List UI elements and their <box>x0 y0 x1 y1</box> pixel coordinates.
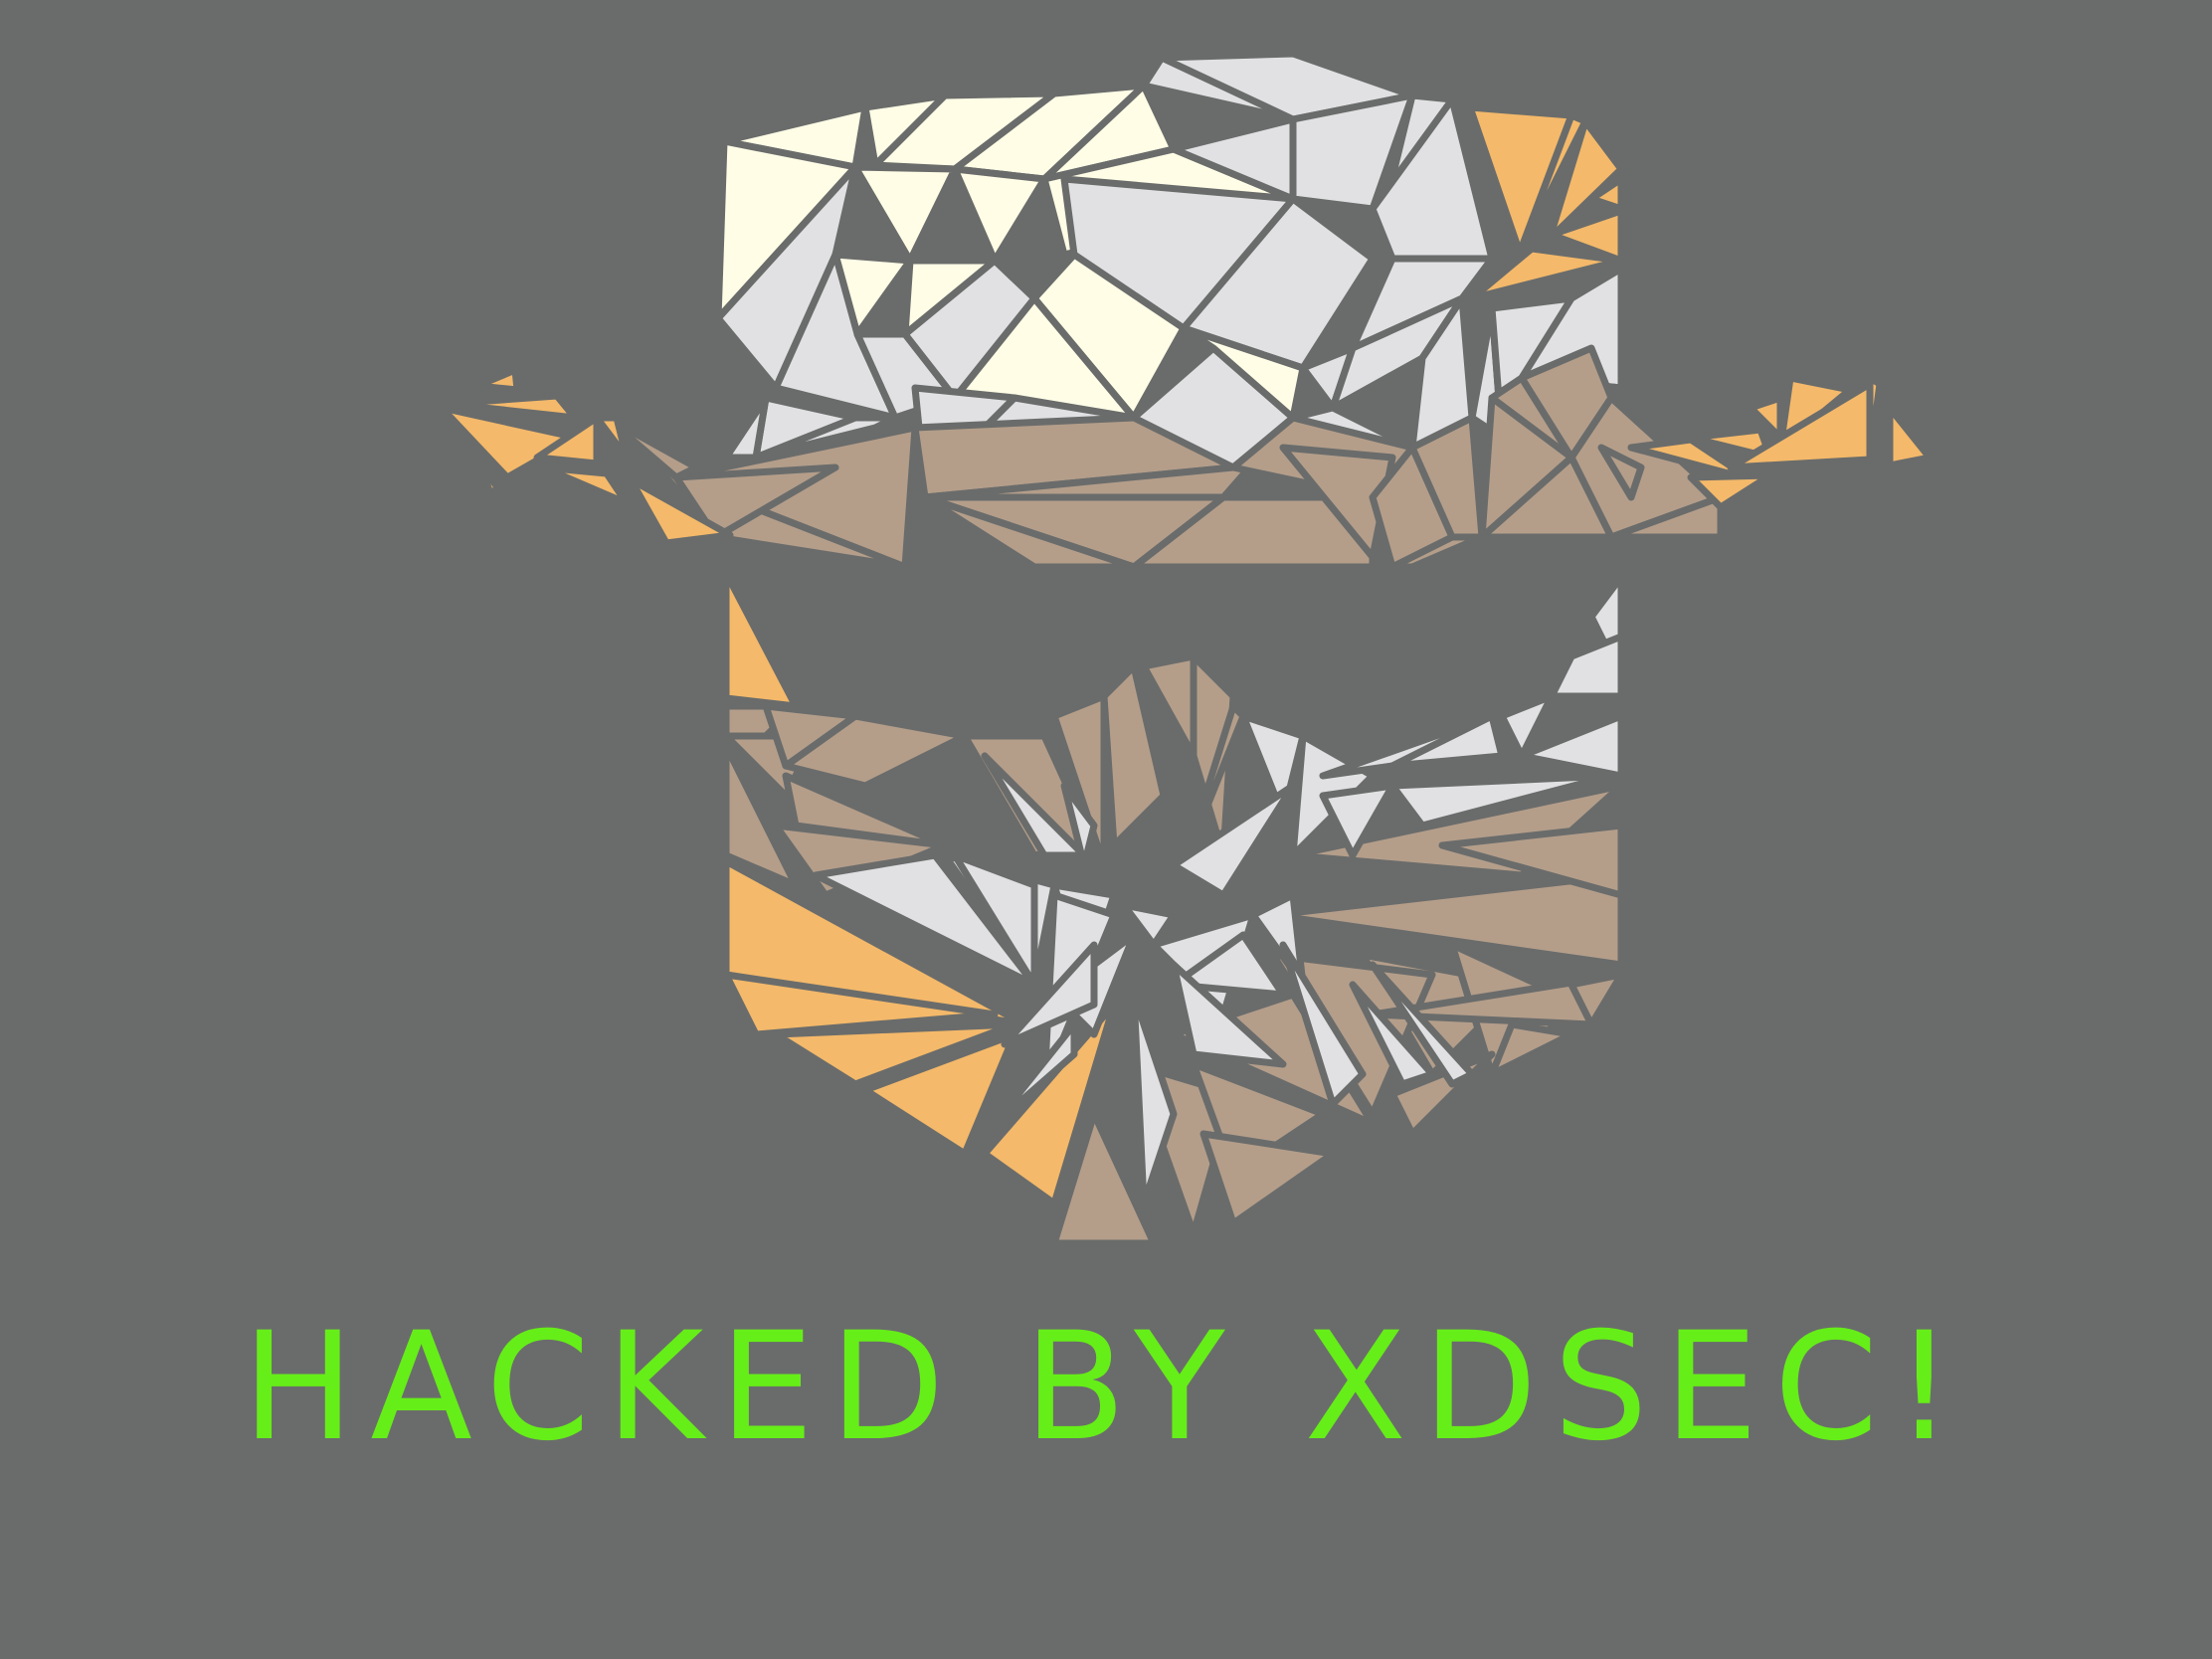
hat-brim-left <box>438 366 734 547</box>
defacement-page: HACKED BY XDSEC! <box>0 0 2212 1659</box>
fedora-hat-masked-man-icon <box>438 50 1934 1247</box>
hat-crown-orange-accents <box>1466 103 1625 302</box>
hacked-banner: HACKED BY XDSEC! <box>242 1301 1970 1474</box>
